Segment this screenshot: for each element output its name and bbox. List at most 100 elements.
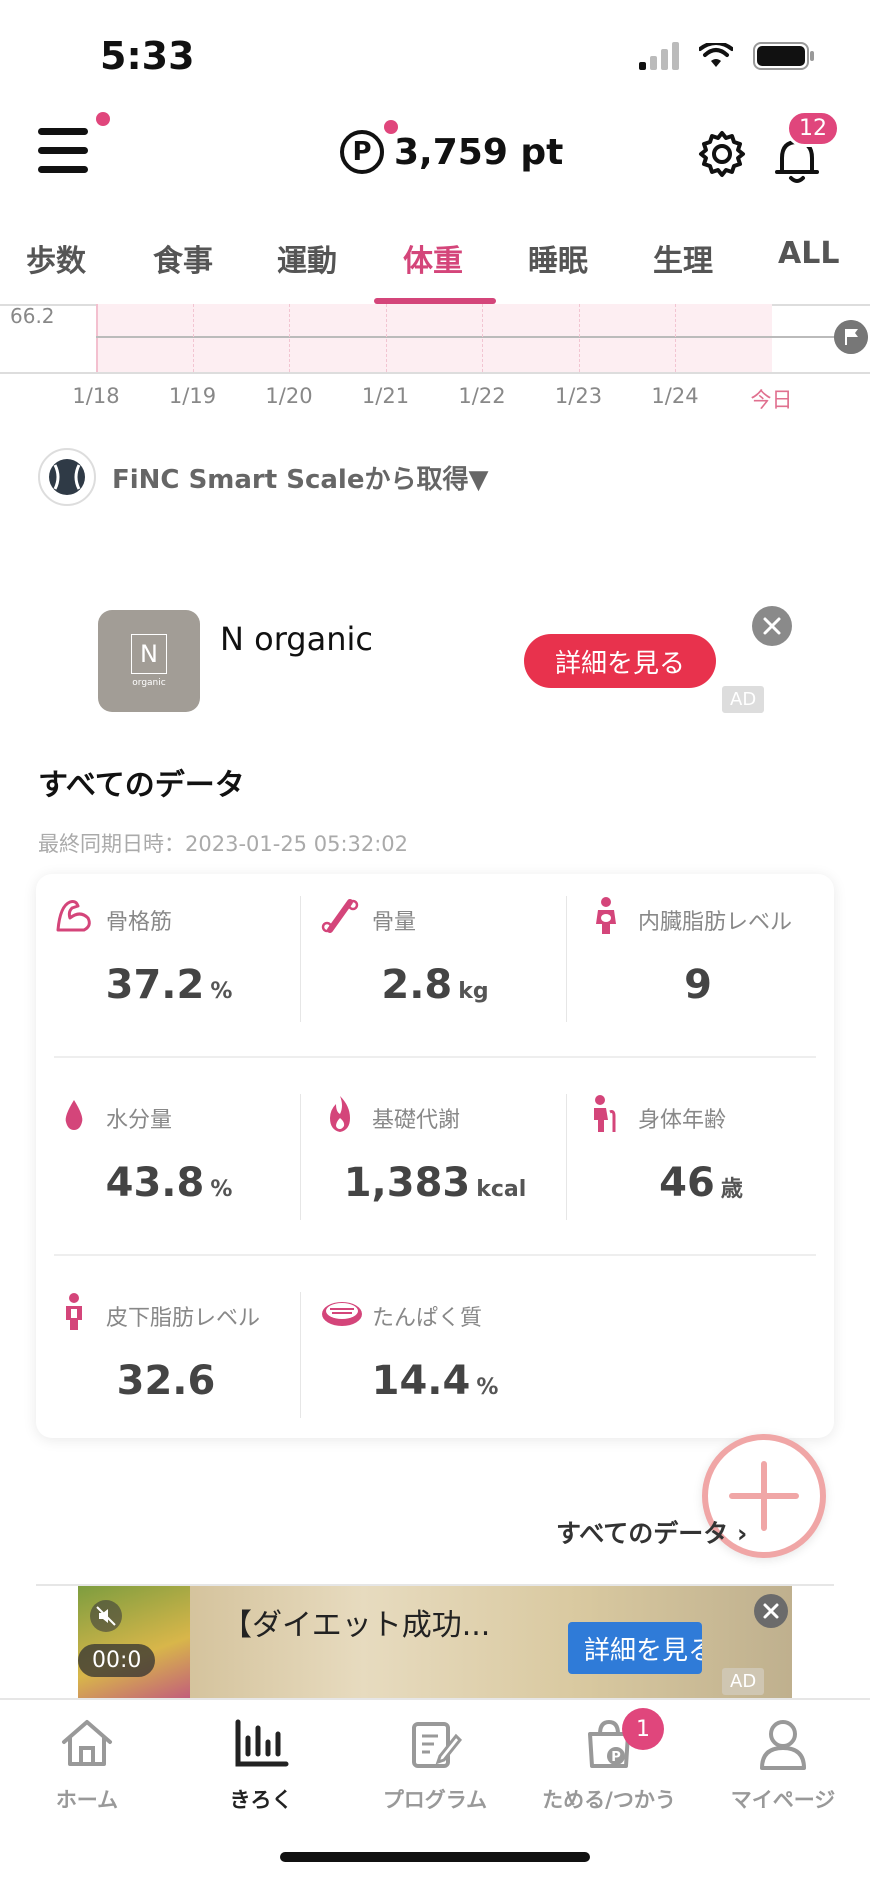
tab-sleep[interactable]: 睡眠	[528, 236, 588, 280]
divider	[566, 1094, 567, 1220]
menu-notification-dot	[96, 112, 110, 126]
nav-records[interactable]: きろく	[174, 1714, 348, 1814]
nav-label: マイページ	[730, 1788, 836, 1812]
metric-value: 9	[684, 962, 712, 1008]
chart-x-tick-label: 1/24	[651, 384, 699, 408]
ad-title: 【ダイエット成功...	[222, 1608, 491, 1643]
see-all-data-link[interactable]: すべてのデータ ›	[556, 1514, 747, 1550]
last-sync-time: 最終同期日時：2023-01-25 05:32:02	[38, 832, 409, 856]
divider	[566, 896, 567, 1022]
ad-tag: AD	[722, 1668, 765, 1695]
gear-icon[interactable]	[698, 130, 746, 178]
mute-icon[interactable]	[90, 1600, 122, 1632]
ad-details-button[interactable]: 詳細を見る	[568, 1622, 702, 1674]
nav-program[interactable]: プログラム	[348, 1714, 522, 1814]
chart-gridline	[482, 304, 483, 372]
points-value: 3,759 pt	[394, 131, 564, 173]
ad-banner-top[interactable]: N organic N organic 詳細を見る AD	[0, 600, 870, 730]
metric-label: たんぱく質	[372, 1306, 483, 1331]
data-source-selector[interactable]: FiNC Smart Scaleから取得▼	[38, 448, 488, 506]
chart-x-tick-label: 1/18	[72, 384, 120, 408]
category-tabs: 歩数 食事 運動 体重 睡眠 生理 ALL	[0, 222, 870, 306]
status-icons	[639, 42, 815, 70]
chart-gridline	[385, 304, 387, 372]
metric-value: 43.8%	[105, 1160, 233, 1206]
scale-icon	[38, 448, 96, 506]
signal-icon	[639, 42, 679, 70]
bar-chart-icon	[235, 1719, 289, 1767]
tab-exercise[interactable]: 運動	[277, 236, 337, 280]
metric-value: 2.8 kg	[381, 962, 489, 1008]
metric-protein[interactable]: たんぱく質 14.4%	[302, 1270, 568, 1440]
metric-label: 内臓脂肪レベル	[638, 910, 793, 935]
elderly-person-icon	[594, 1095, 616, 1132]
metric-body-age[interactable]: 身体年齢 46 歳	[568, 1072, 834, 1242]
row-divider	[54, 1056, 816, 1058]
chart-baseline	[0, 372, 870, 374]
chart-y-label: 66.2	[10, 304, 55, 328]
clipboard-edit-icon	[412, 1722, 463, 1768]
notification-badge: 12	[786, 110, 840, 147]
points-display[interactable]: P 3,759 pt	[340, 120, 564, 174]
tab-all[interactable]: ALL	[778, 236, 839, 271]
metric-subcutaneous-fat[interactable]: 皮下脂肪レベル 32.6	[36, 1270, 302, 1440]
tab-steps[interactable]: 歩数	[26, 236, 86, 280]
nav-mypage[interactable]: マイページ	[696, 1714, 870, 1814]
metric-value: 46 歳	[659, 1160, 743, 1206]
user-icon	[760, 1720, 806, 1770]
divider	[300, 1292, 301, 1418]
chart-x-tick-label: 1/19	[168, 384, 217, 408]
nav-label: プログラム	[382, 1788, 488, 1812]
points-notification-dot	[384, 120, 398, 134]
ad-banner-bottom[interactable]: 00:0 【ダイエット成功... 詳細を見る AD	[78, 1586, 792, 1698]
chart-range-band	[96, 304, 772, 372]
metric-bone-mass[interactable]: 骨量 2.8 kg	[302, 874, 568, 1044]
chart-gridline	[289, 304, 290, 372]
muscle-icon	[56, 900, 91, 932]
battery-icon	[753, 42, 814, 70]
section-title: すべてのデータ	[38, 768, 245, 803]
home-indicator	[280, 1852, 590, 1862]
person-icon	[66, 1293, 82, 1330]
ad-title: N organic	[220, 620, 373, 658]
nav-label: ホーム	[55, 1788, 119, 1812]
app-header: P 3,759 pt 12	[0, 100, 870, 210]
metric-label: 身体年齢	[638, 1108, 727, 1133]
nav-badge: 1	[622, 1708, 664, 1750]
metric-basal-metabolism[interactable]: 基礎代謝 1,383 kcal	[302, 1072, 568, 1242]
video-timer: 00:0	[78, 1644, 156, 1677]
metric-label: 基礎代謝	[372, 1108, 461, 1133]
weight-chart[interactable]: 66.2 1/18 1/19 1/20 1/21 1/22 1/23 1/24 今日	[0, 304, 870, 414]
metric-water[interactable]: 水分量 43.8%	[36, 1072, 302, 1242]
metric-visceral-fat[interactable]: 内臓脂肪レベル 9	[568, 874, 834, 1044]
body-data-card: 骨格筋 37.2% 骨量 2.8kg 内臓脂肪レベル 9 水分量 43.8%	[36, 874, 834, 1438]
menu-bar	[38, 147, 88, 154]
divider	[300, 1094, 301, 1220]
tab-period[interactable]: 生理	[653, 236, 713, 280]
home-icon	[62, 1720, 112, 1766]
ad-details-button[interactable]: 詳細を見る	[524, 634, 716, 688]
tab-weight[interactable]: 体重	[403, 236, 463, 280]
chart-x-tick-label: 1/20	[265, 384, 313, 408]
chart-gridline	[192, 304, 194, 372]
menu-button[interactable]	[38, 128, 94, 178]
advertiser-logo: N organic	[98, 610, 200, 712]
nav-points[interactable]: P ためる/つかう	[522, 1714, 696, 1814]
tab-meals[interactable]: 食事	[153, 236, 213, 280]
close-icon[interactable]	[752, 606, 792, 646]
chart-x-tick-label: 1/22	[458, 384, 506, 408]
source-label: FiNC Smart Scaleから取得▼	[112, 464, 489, 495]
chart-target-line	[96, 336, 836, 338]
meat-icon	[322, 1302, 362, 1326]
chart-gridline	[675, 304, 676, 372]
logo-letter: N	[131, 634, 167, 674]
goal-flag-icon[interactable]	[834, 320, 868, 354]
chart-gridline	[578, 304, 580, 372]
metric-skeletal-muscle[interactable]: 骨格筋 37.2%	[36, 874, 302, 1044]
metric-label: 骨格筋	[106, 910, 173, 935]
chart-x-tick-label: 1/23	[554, 384, 603, 408]
points-icon: P	[340, 130, 384, 174]
nav-home[interactable]: ホーム	[0, 1714, 174, 1814]
close-icon[interactable]	[754, 1594, 788, 1628]
ad-tag: AD	[722, 686, 765, 713]
